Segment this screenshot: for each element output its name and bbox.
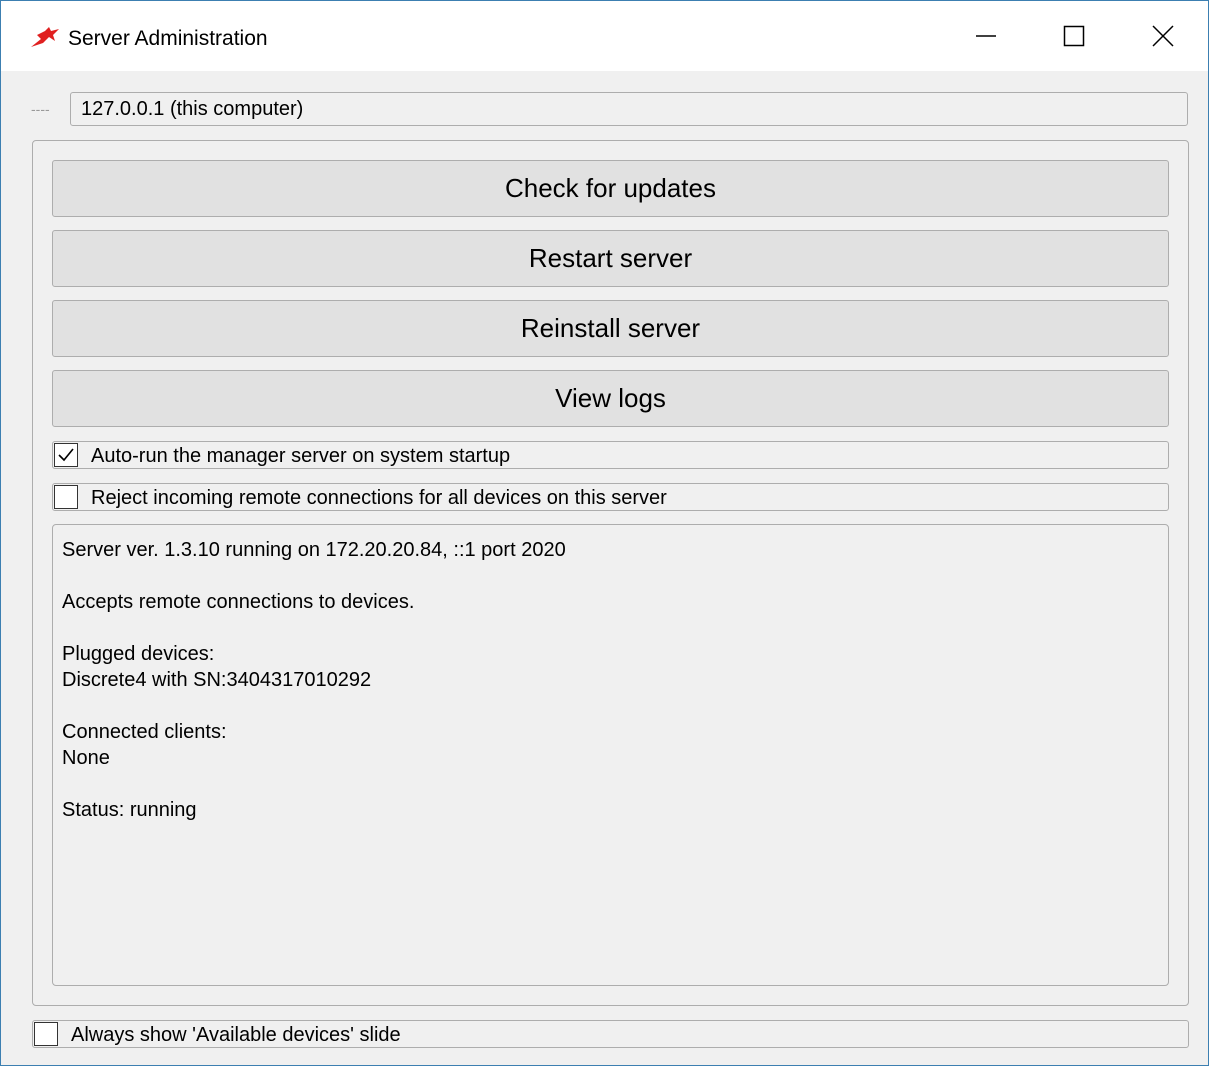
always-show-option[interactable]: Always show 'Available devices' slide xyxy=(32,1020,1189,1048)
status-line: Status: running xyxy=(62,799,197,821)
connected-clients-heading: Connected clients: xyxy=(62,721,227,743)
minimize-button[interactable] xyxy=(941,1,1031,71)
accepts-remote-line: Accepts remote connections to devices. xyxy=(62,591,415,613)
close-button[interactable] xyxy=(1118,1,1208,71)
plugged-device-entry: Discrete4 with SN:3404317010292 xyxy=(62,669,372,691)
autorun-option[interactable]: Auto-run the manager server on system st… xyxy=(52,441,1169,469)
checkmark-icon xyxy=(58,448,74,462)
server-info-panel: Server ver. 1.3.10 running on 172.20.20.… xyxy=(52,524,1169,986)
address-prefix: ---- xyxy=(31,101,50,117)
autorun-label: Auto-run the manager server on system st… xyxy=(91,445,511,467)
server-admin-window: Server Administration ---- 127.0.0.1 (th… xyxy=(0,0,1209,1066)
minimize-icon xyxy=(976,35,996,37)
always-show-checkbox[interactable] xyxy=(34,1022,58,1046)
check-updates-button[interactable]: Check for updates xyxy=(52,160,1169,217)
app-logo-icon xyxy=(31,27,59,47)
maximize-icon xyxy=(1063,25,1085,47)
server-address-field[interactable]: 127.0.0.1 (this computer) xyxy=(70,92,1188,126)
autorun-checkbox[interactable] xyxy=(54,443,78,467)
restart-server-button[interactable]: Restart server xyxy=(52,230,1169,287)
plugged-devices-heading: Plugged devices: xyxy=(62,643,215,665)
maximize-button[interactable] xyxy=(1029,1,1119,71)
reject-remote-option[interactable]: Reject incoming remote connections for a… xyxy=(52,483,1169,511)
reinstall-server-button[interactable]: Reinstall server xyxy=(52,300,1169,357)
reject-remote-checkbox[interactable] xyxy=(54,485,78,509)
close-icon xyxy=(1152,25,1174,47)
title-bar[interactable]: Server Administration xyxy=(1,1,1208,71)
view-logs-button[interactable]: View logs xyxy=(52,370,1169,427)
window-title: Server Administration xyxy=(68,27,268,50)
reject-remote-label: Reject incoming remote connections for a… xyxy=(91,487,667,509)
connected-clients-value: None xyxy=(62,747,110,769)
server-version-line: Server ver. 1.3.10 running on 172.20.20.… xyxy=(62,539,566,561)
always-show-label: Always show 'Available devices' slide xyxy=(71,1024,401,1046)
